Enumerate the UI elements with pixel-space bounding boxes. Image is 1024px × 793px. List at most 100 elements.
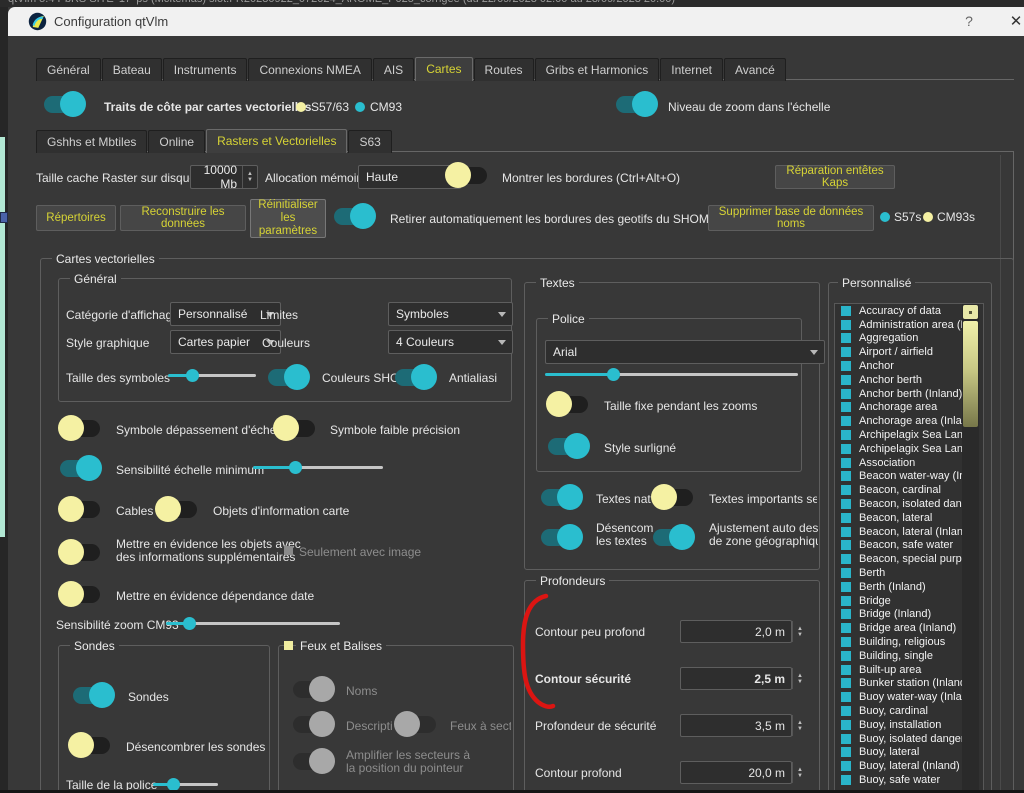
list-item[interactable]: Buoy water-way (Inlan [835,690,983,704]
depth-spinbox[interactable]: 2,5 m [680,667,792,690]
list-item[interactable]: Bunker station (Inland) [835,677,983,691]
charts-subtab[interactable]: S63 [348,130,391,153]
raster-cache-spinbox[interactable]: 10000 Mb ▲▼ [190,165,258,189]
important-texts-toggle[interactable] [653,489,693,506]
declutter-texts-toggle[interactable] [541,529,581,546]
item-checkbox[interactable] [841,306,851,316]
declutter-soundings-toggle[interactable] [70,737,110,754]
font-size-slider[interactable] [545,368,798,381]
list-item[interactable]: Buoy, installation [835,718,983,732]
item-checkbox[interactable] [841,471,851,481]
list-item[interactable]: Building, religious [835,635,983,649]
scale-overrun-toggle[interactable] [60,420,100,437]
repair-kaps-button[interactable]: Réparation entêtes Kaps [775,165,895,189]
lights-beacons-checkbox[interactable] [284,641,293,650]
fixed-size-zoom-toggle[interactable] [548,396,588,413]
lights-description-toggle[interactable] [293,716,333,733]
list-item[interactable]: Bridge (Inland) [835,608,983,622]
spin-arrows-icon[interactable]: ▲▼ [792,621,807,642]
list-item[interactable]: Anchor berth [835,373,983,387]
date-dependency-toggle[interactable] [60,586,100,603]
lights-names-toggle[interactable] [293,681,333,698]
reset-settings-button[interactable]: Réinitialiser les paramètres [250,199,326,238]
item-checkbox[interactable] [841,720,851,730]
list-item[interactable]: Beacon, special purpos [835,552,983,566]
list-item[interactable]: Buoy, isolated danger [835,732,983,746]
item-checkbox[interactable] [841,623,851,633]
item-checkbox[interactable] [841,554,851,564]
min-scale-sensitivity-toggle[interactable] [60,460,100,477]
limits-dropdown[interactable]: Symboles [388,302,513,326]
main-tab[interactable]: Internet [660,58,723,81]
zoom-level-scale-toggle[interactable] [616,96,656,113]
scrollbar-thumb[interactable] [963,321,978,427]
lights-sectors-toggle[interactable] [396,716,436,733]
chart-info-objects-toggle[interactable] [157,501,197,518]
list-item[interactable]: Built-up area [835,663,983,677]
list-item[interactable]: Archipelagix Sea Lane [835,428,983,442]
item-checkbox[interactable] [841,444,851,454]
list-item[interactable]: Beacon, lateral (Inland [835,525,983,539]
list-item[interactable]: Accuracy of data [835,304,983,318]
cm93-zoom-sensitivity-slider[interactable] [166,617,340,630]
item-checkbox[interactable] [841,761,851,771]
item-checkbox[interactable] [841,637,851,647]
item-checkbox[interactable] [841,678,851,688]
item-checkbox[interactable] [841,692,851,702]
item-checkbox[interactable] [841,513,851,523]
list-item[interactable]: Beacon, cardinal [835,483,983,497]
rebuild-data-button[interactable]: Reconstruire les données [120,205,246,231]
item-checkbox[interactable] [841,775,851,785]
list-item[interactable]: Buoy, lateral (Inland) [835,759,983,773]
item-checkbox[interactable] [841,375,851,385]
item-checkbox[interactable] [841,665,851,675]
radio-cm93[interactable] [355,102,365,112]
list-item[interactable]: Administration area (Na [835,318,983,332]
directories-button[interactable]: Répertoires [36,205,116,231]
shom-colors-toggle[interactable] [268,369,308,386]
auto-adjust-labels-toggle[interactable] [653,529,693,546]
spin-arrows-icon[interactable]: ▲▼ [792,762,807,783]
spin-arrows-icon[interactable]: ▲▼ [792,668,807,689]
item-checkbox[interactable] [841,347,851,357]
depth-spinbox[interactable]: 20,0 m [680,761,792,784]
main-tab[interactable]: Bateau [102,58,162,81]
main-tab[interactable]: Routes [474,58,534,81]
item-checkbox[interactable] [841,651,851,661]
radio-s57s[interactable] [880,212,890,222]
list-item[interactable]: Berth [835,566,983,580]
item-checkbox[interactable] [841,527,851,537]
outline-style-toggle[interactable] [548,438,588,455]
charts-subtab[interactable]: Rasters et Vectorielles [206,129,347,153]
show-borders-toggle[interactable] [447,167,487,184]
item-checkbox[interactable] [841,499,851,509]
spin-arrows-icon[interactable]: ▲▼ [792,715,807,736]
symbol-size-slider[interactable] [168,369,256,382]
soundings-toggle[interactable] [73,687,113,704]
list-item[interactable]: Aggregation [835,332,983,346]
only-with-image-checkbox[interactable] [284,546,293,555]
main-tab[interactable]: Gribs et Harmonics [535,58,660,81]
item-checkbox[interactable] [841,609,851,619]
item-checkbox[interactable] [841,430,851,440]
delete-names-db-button[interactable]: Supprimer base de données noms [708,205,874,231]
list-item[interactable]: Anchor berth (Inland) [835,387,983,401]
item-checkbox[interactable] [841,582,851,592]
depth-spinbox[interactable]: 2,0 m [680,620,792,643]
list-item[interactable]: Buoy, cardinal [835,704,983,718]
item-checkbox[interactable] [841,596,851,606]
item-checkbox[interactable] [841,320,851,330]
radio-cm93s[interactable] [923,212,933,222]
list-item[interactable]: Beacon, safe water [835,539,983,553]
close-button[interactable]: ✕ [1002,11,1024,32]
charts-subtab[interactable]: Online [148,130,205,153]
item-checkbox[interactable] [841,747,851,757]
main-tab[interactable]: Cartes [415,57,472,81]
font-dropdown[interactable]: Arial [545,340,825,364]
main-tab[interactable]: Connexions NMEA [248,58,371,81]
coastline-vector-toggle[interactable] [44,96,84,113]
spin-arrows-icon[interactable]: ▲▼ [242,166,257,188]
item-checkbox[interactable] [841,402,851,412]
list-scrollbar[interactable] [962,304,979,792]
lights-amplify-toggle[interactable] [293,753,333,770]
